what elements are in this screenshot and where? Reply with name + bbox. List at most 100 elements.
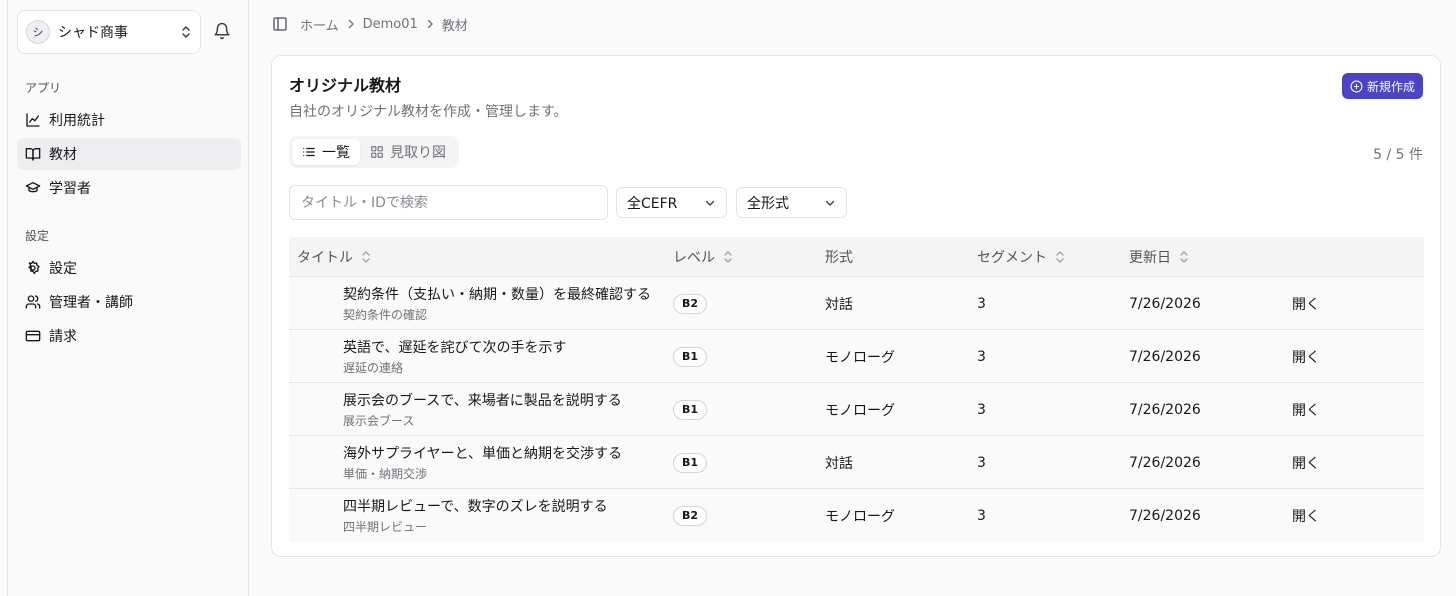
sidebar-item-label: 教材: [49, 147, 77, 163]
level-cell: B1: [673, 436, 708, 489]
segments-cell: 3: [977, 348, 986, 365]
book-open-icon: [25, 148, 41, 161]
column-header-updated[interactable]: 更新日: [1129, 237, 1189, 277]
column-header-label: セグメント: [977, 250, 1047, 266]
sidebar-item-settings[interactable]: 設定: [17, 252, 241, 284]
nav-group-label: アプリ: [25, 81, 62, 95]
chart-line-icon: [26, 113, 40, 127]
table-header: タイトル レベル 形式 セグメント 更新日: [289, 237, 1424, 277]
sidebar-item-label: 利用統計: [49, 113, 105, 129]
column-header-level[interactable]: レベル: [673, 237, 733, 277]
material-subtitle: 展示会ブース: [343, 414, 415, 428]
segments-cell: 3: [977, 454, 986, 471]
level-cell: B1: [673, 330, 708, 383]
sidebar-item-label: 設定: [49, 261, 77, 277]
credit-card-icon: [25, 330, 41, 342]
org-avatar: シ: [26, 20, 50, 44]
new-material-label: 新規作成: [1366, 79, 1415, 94]
material-subtitle: 契約条件の確認: [343, 308, 428, 322]
chevron-right-icon: [348, 19, 354, 29]
tab-label: 見取り図: [390, 145, 446, 161]
updated-cell: 7/26/2026: [1129, 507, 1201, 524]
page-title: オリジナル教材: [289, 76, 402, 95]
material-title: 四半期レビューで、数字のズレを説明する: [343, 499, 608, 515]
open-link[interactable]: 開く: [1292, 400, 1320, 420]
sidebar-item-admins[interactable]: 管理者・講師: [17, 286, 241, 318]
tab-floor-plan[interactable]: 見取り図: [360, 139, 456, 165]
plus-circle-icon: [1350, 80, 1363, 92]
open-cell: 開く: [1292, 383, 1320, 436]
open-link[interactable]: 開く: [1292, 453, 1320, 473]
table-row[interactable]: 四半期レビューで、数字のズレを説明する 四半期レビュー B2 モノローグ 3 7…: [289, 489, 1424, 542]
sidebar-item-usage-stats[interactable]: 利用統計: [17, 104, 241, 136]
breadcrumb-current: 教材: [441, 18, 468, 34]
open-link[interactable]: 開く: [1292, 347, 1320, 367]
format-filter-value: 全形式: [747, 195, 789, 212]
segments-cell: 3: [977, 507, 986, 524]
title-cell: 四半期レビューで、数字のズレを説明する 四半期レビュー: [343, 489, 608, 542]
sort-icon: [724, 251, 732, 263]
sidebar-item-learners[interactable]: 学習者: [17, 172, 241, 204]
material-title: 英語で、遅延を詫びて次の手を示す: [343, 340, 567, 356]
column-header-title[interactable]: タイトル: [297, 237, 371, 277]
search-input[interactable]: [289, 185, 608, 220]
sidebar: シ シャド商事 アプリ 利用統計 教材 学習者 設定 設定 管理者・講師 請求: [7, 0, 249, 596]
breadcrumb-workspace[interactable]: Demo01: [363, 17, 418, 32]
open-cell: 開く: [1292, 436, 1320, 489]
tab-label: 一覧: [322, 145, 350, 161]
sidebar-toggle-icon[interactable]: [272, 16, 288, 32]
format-cell: モノローグ: [825, 508, 895, 525]
sort-icon: [362, 251, 370, 263]
level-badge: B1: [673, 346, 708, 367]
breadcrumb-home[interactable]: ホーム: [300, 15, 339, 34]
material-title: 契約条件（支払い・納期・数量）を最終確認する: [343, 287, 651, 303]
updated-cell: 7/26/2026: [1129, 348, 1201, 365]
materials-table: タイトル レベル 形式 セグメント 更新日 契約条件（支払い・納期・数量）を最終…: [289, 237, 1424, 542]
format-cell: モノローグ: [825, 402, 895, 419]
open-cell: 開く: [1292, 277, 1320, 330]
table-row[interactable]: 英語で、遅延を詫びて次の手を示す 遅延の連絡 B1 モノローグ 3 7/26/2…: [289, 330, 1424, 383]
org-name: シャド商事: [58, 25, 128, 41]
sidebar-item-billing[interactable]: 請求: [17, 320, 241, 352]
grid-icon: [371, 146, 383, 158]
cefr-filter-value: 全CEFR: [627, 195, 678, 212]
sort-icon: [1056, 251, 1064, 263]
gear-icon: [28, 260, 40, 274]
chevron-down-icon: [705, 200, 715, 206]
chevrons-up-down-icon: [182, 26, 190, 38]
updated-cell: 7/26/2026: [1129, 454, 1201, 471]
table-row[interactable]: 展示会のブースで、来場者に製品を説明する 展示会ブース B1 モノローグ 3 7…: [289, 383, 1424, 436]
column-header-label: 形式: [825, 250, 853, 266]
column-header-format: 形式: [825, 237, 853, 277]
chevron-down-icon: [825, 200, 835, 206]
sidebar-item-materials[interactable]: 教材: [17, 138, 241, 170]
org-switcher[interactable]: シ シャド商事: [17, 10, 201, 54]
material-subtitle: 四半期レビュー: [343, 520, 428, 534]
page-description: 自社のオリジナル教材を作成・管理します。: [289, 104, 568, 120]
table-row[interactable]: 契約条件（支払い・納期・数量）を最終確認する 契約条件の確認 B2 対話 3 7…: [289, 277, 1424, 330]
open-cell: 開く: [1292, 489, 1320, 542]
table-row[interactable]: 海外サプライヤーと、単価と納期を交渉する 単価・納期交渉 B1 対話 3 7/2…: [289, 436, 1424, 489]
level-cell: B2: [673, 277, 708, 330]
level-badge: B2: [673, 293, 708, 314]
users-icon: [25, 295, 41, 309]
column-header-segments[interactable]: セグメント: [977, 237, 1065, 277]
cefr-filter-select[interactable]: 全CEFR: [616, 187, 727, 218]
material-title: 展示会のブースで、来場者に製品を説明する: [343, 393, 622, 409]
format-cell: 対話: [825, 455, 853, 472]
open-cell: 開く: [1292, 330, 1320, 383]
tab-list[interactable]: 一覧: [292, 139, 360, 165]
level-badge: B1: [673, 399, 708, 420]
segments-cell: 3: [977, 401, 986, 418]
format-filter-select[interactable]: 全形式: [736, 187, 847, 218]
bell-icon[interactable]: [213, 22, 231, 40]
materials-card: オリジナル教材 自社のオリジナル教材を作成・管理します。 新規作成 一覧 見取り…: [271, 55, 1441, 557]
new-material-button[interactable]: 新規作成: [1341, 73, 1423, 99]
sidebar-item-label: 請求: [49, 329, 77, 345]
graduation-cap-icon: [25, 182, 41, 193]
sidebar-item-label: 管理者・講師: [49, 295, 133, 311]
updated-cell: 7/26/2026: [1129, 295, 1201, 312]
open-link[interactable]: 開く: [1292, 506, 1320, 526]
open-link[interactable]: 開く: [1292, 294, 1320, 314]
column-header-label: タイトル: [297, 250, 353, 266]
